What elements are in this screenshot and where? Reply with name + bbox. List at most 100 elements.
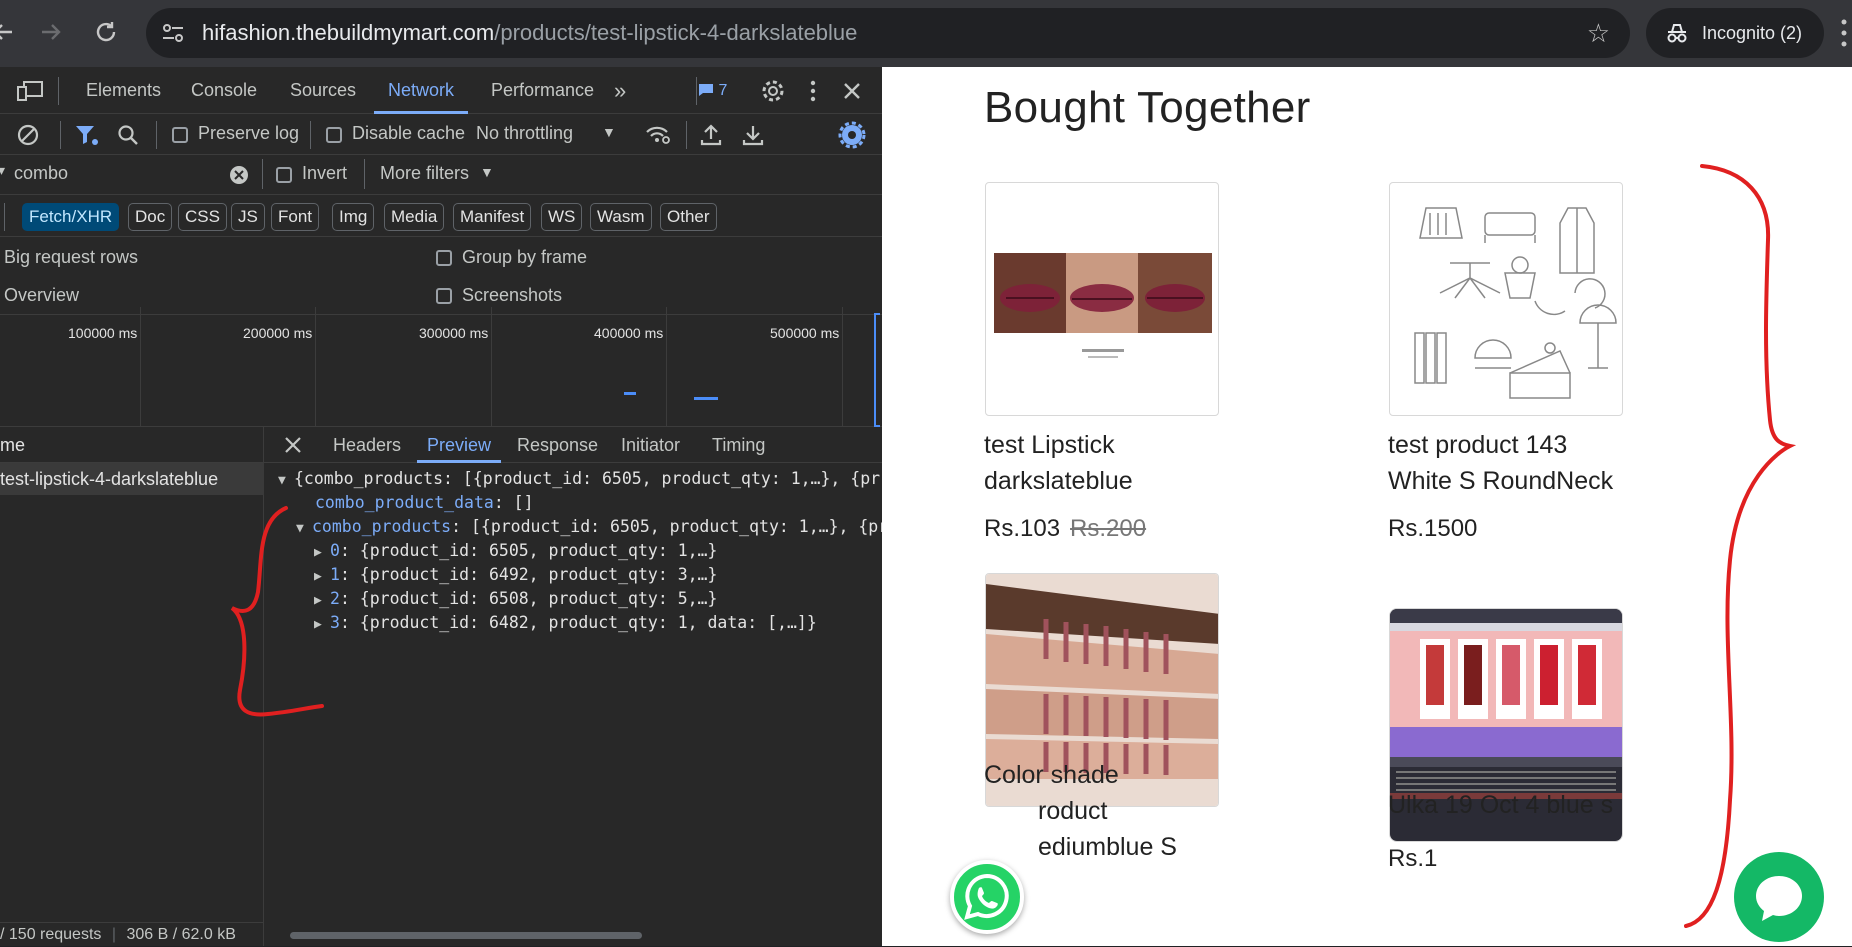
collapse-triangle-icon[interactable]: ▶ xyxy=(314,541,330,565)
sale-price: Rs.1 xyxy=(1388,845,1438,872)
close-devtools-icon[interactable] xyxy=(842,81,862,101)
invert-label: Invert xyxy=(302,163,348,183)
json-array-item[interactable]: ▶ 0: {product_id: 6505, product_qty: 1,…} xyxy=(314,539,717,563)
throttling-select[interactable]: No throttling xyxy=(476,123,573,144)
type-filter-wasm[interactable]: Wasm xyxy=(590,203,652,231)
json-row-combo-product-data[interactable]: combo_product_data: [] xyxy=(315,491,534,515)
json-value: : {product_id: 6492, product_qty: 3,…} xyxy=(339,565,718,584)
timeline-tick-label: 400000 ms xyxy=(594,325,664,341)
export-har-icon[interactable] xyxy=(742,123,764,147)
chat-button[interactable] xyxy=(1734,852,1824,942)
tab-performance[interactable]: Performance xyxy=(491,67,594,114)
original-price: Rs.200 xyxy=(1070,515,1147,542)
timeline-gridline xyxy=(666,307,667,427)
scrollbar-thumb[interactable] xyxy=(290,932,642,939)
json-row-combo-products[interactable]: ▼ combo_products: [{product_id: 6505, pro… xyxy=(296,515,882,539)
type-filter-doc[interactable]: Doc xyxy=(128,203,173,231)
json-root-row[interactable]: ▼ {combo_products: [{product_id: 6505, pr… xyxy=(278,467,880,491)
filter-input[interactable]: combo xyxy=(14,163,68,184)
incognito-badge[interactable]: Incognito (2) xyxy=(1646,8,1824,58)
collapse-triangle-icon[interactable]: ▶ xyxy=(314,589,330,613)
type-filter-fetch-xhr[interactable]: Fetch/XHR xyxy=(22,203,120,231)
bookmark-star-icon[interactable]: ☆ xyxy=(1587,8,1610,58)
product-name[interactable]: test Lipstick darkslateblue xyxy=(984,427,1133,499)
back-icon[interactable] xyxy=(0,14,24,50)
screenshots-checkbox[interactable] xyxy=(436,288,452,304)
filter-icon[interactable] xyxy=(74,123,100,147)
group-by-frame-checkbox[interactable] xyxy=(436,250,452,266)
chevron-down-icon[interactable]: ▼ xyxy=(480,164,494,180)
whatsapp-button[interactable] xyxy=(950,860,1024,934)
product-name[interactable]: Ulka 19 Oct 4 blue s xyxy=(1388,787,1613,823)
disable-cache-checkbox[interactable] xyxy=(326,127,342,143)
tab-console[interactable]: Console xyxy=(191,67,257,114)
timeline-selection-handle[interactable] xyxy=(874,313,880,427)
network-conditions-icon[interactable] xyxy=(644,123,672,147)
json-array-item[interactable]: ▶ 1: {product_id: 6492, product_qty: 3,…} xyxy=(314,563,717,587)
type-filter-font[interactable]: Font xyxy=(271,203,320,231)
product-image-lipstick[interactable] xyxy=(985,182,1219,416)
search-icon[interactable] xyxy=(116,123,140,147)
expand-triangle-icon[interactable]: ▼ xyxy=(278,469,294,493)
tab-sources[interactable]: Sources xyxy=(290,67,356,114)
json-index: 1 xyxy=(330,565,340,584)
product-image-sketch[interactable] xyxy=(1389,182,1623,416)
tab-elements[interactable]: Elements xyxy=(86,67,161,114)
type-filter-ws[interactable]: WS xyxy=(541,203,583,231)
horizontal-scrollbar[interactable] xyxy=(264,923,882,946)
product-name[interactable]: Color shade roduct ediumblue S xyxy=(984,757,1177,865)
tab-timing[interactable]: Timing xyxy=(712,427,765,463)
tab-response[interactable]: Response xyxy=(517,427,598,463)
type-filter-media[interactable]: Media xyxy=(384,203,445,231)
tab-network[interactable]: Network xyxy=(373,67,469,114)
big-request-rows-label[interactable]: Big request rows xyxy=(4,247,138,268)
timeline-request-bar xyxy=(624,392,636,395)
json-array-item[interactable]: ▶ 3: {product_id: 6482, product_qty: 1, d… xyxy=(314,611,817,635)
overview-label[interactable]: Overview xyxy=(4,285,79,306)
divider xyxy=(4,203,5,231)
more-tabs-icon[interactable]: » xyxy=(614,67,626,114)
browser-menu-icon[interactable] xyxy=(1836,16,1852,50)
clear-filter-icon[interactable] xyxy=(228,164,250,186)
type-filter-js[interactable]: JS xyxy=(231,203,265,231)
tab-preview[interactable]: Preview xyxy=(416,427,502,463)
url-text[interactable]: hifashion.thebuildmymart.com/products/te… xyxy=(202,8,857,58)
json-array-item[interactable]: ▶ 2: {product_id: 6508, product_qty: 5,…} xyxy=(314,587,717,611)
site-info-icon[interactable] xyxy=(160,21,186,45)
invert-checkbox[interactable] xyxy=(276,167,292,183)
network-overview-timeline[interactable]: 100000 ms 200000 ms 300000 ms 400000 ms … xyxy=(0,307,882,427)
network-settings-gear-icon[interactable] xyxy=(838,121,866,149)
type-filter-css[interactable]: CSS xyxy=(178,203,227,231)
network-summary: / 150 requests | 306 B / 62.0 kB xyxy=(0,922,264,946)
issues-button[interactable]: 7 xyxy=(698,67,727,114)
product-name-line: ediumblue S xyxy=(1038,833,1177,861)
settings-gear-icon[interactable] xyxy=(760,78,786,104)
product-name[interactable]: test product 143 White S RoundNeck xyxy=(1388,427,1613,499)
tab-initiator[interactable]: Initiator xyxy=(621,427,680,463)
collapse-triangle-icon[interactable]: ▶ xyxy=(314,613,330,637)
type-filter-img[interactable]: Img xyxy=(332,203,375,231)
collapse-triangle-icon[interactable]: ▶ xyxy=(314,565,330,589)
more-filters-button[interactable]: More filters xyxy=(380,163,469,184)
disable-cache-label: Disable cache xyxy=(352,123,466,143)
chevron-down-icon[interactable]: ▼ xyxy=(602,124,616,140)
device-toolbar-icon[interactable] xyxy=(16,79,44,103)
clear-log-icon[interactable] xyxy=(16,123,40,147)
type-filter-other[interactable]: Other xyxy=(660,203,717,231)
fashion-sketch-image xyxy=(1414,207,1617,399)
preserve-log-checkbox[interactable] xyxy=(172,127,188,143)
expand-triangle-icon[interactable]: ▼ xyxy=(296,517,312,541)
browser-toolbar: hifashion.thebuildmymart.com/products/te… xyxy=(0,0,1852,67)
name-column-header[interactable]: me xyxy=(0,427,264,463)
network-settings: Big request rows Group by frame Overview… xyxy=(0,237,882,315)
import-har-icon[interactable] xyxy=(700,123,722,147)
address-bar[interactable]: hifashion.thebuildmymart.com/products/te… xyxy=(146,8,1630,58)
reload-icon[interactable] xyxy=(88,14,124,50)
request-row[interactable]: test-lipstick-4-darkslateblue xyxy=(0,463,264,495)
type-filter-manifest[interactable]: Manifest xyxy=(453,203,532,231)
tab-headers[interactable]: Headers xyxy=(333,427,401,463)
devtools-menu-icon[interactable] xyxy=(808,79,818,103)
close-detail-icon[interactable] xyxy=(284,436,302,454)
forward-icon[interactable] xyxy=(32,14,68,50)
tab-divider xyxy=(58,77,59,105)
